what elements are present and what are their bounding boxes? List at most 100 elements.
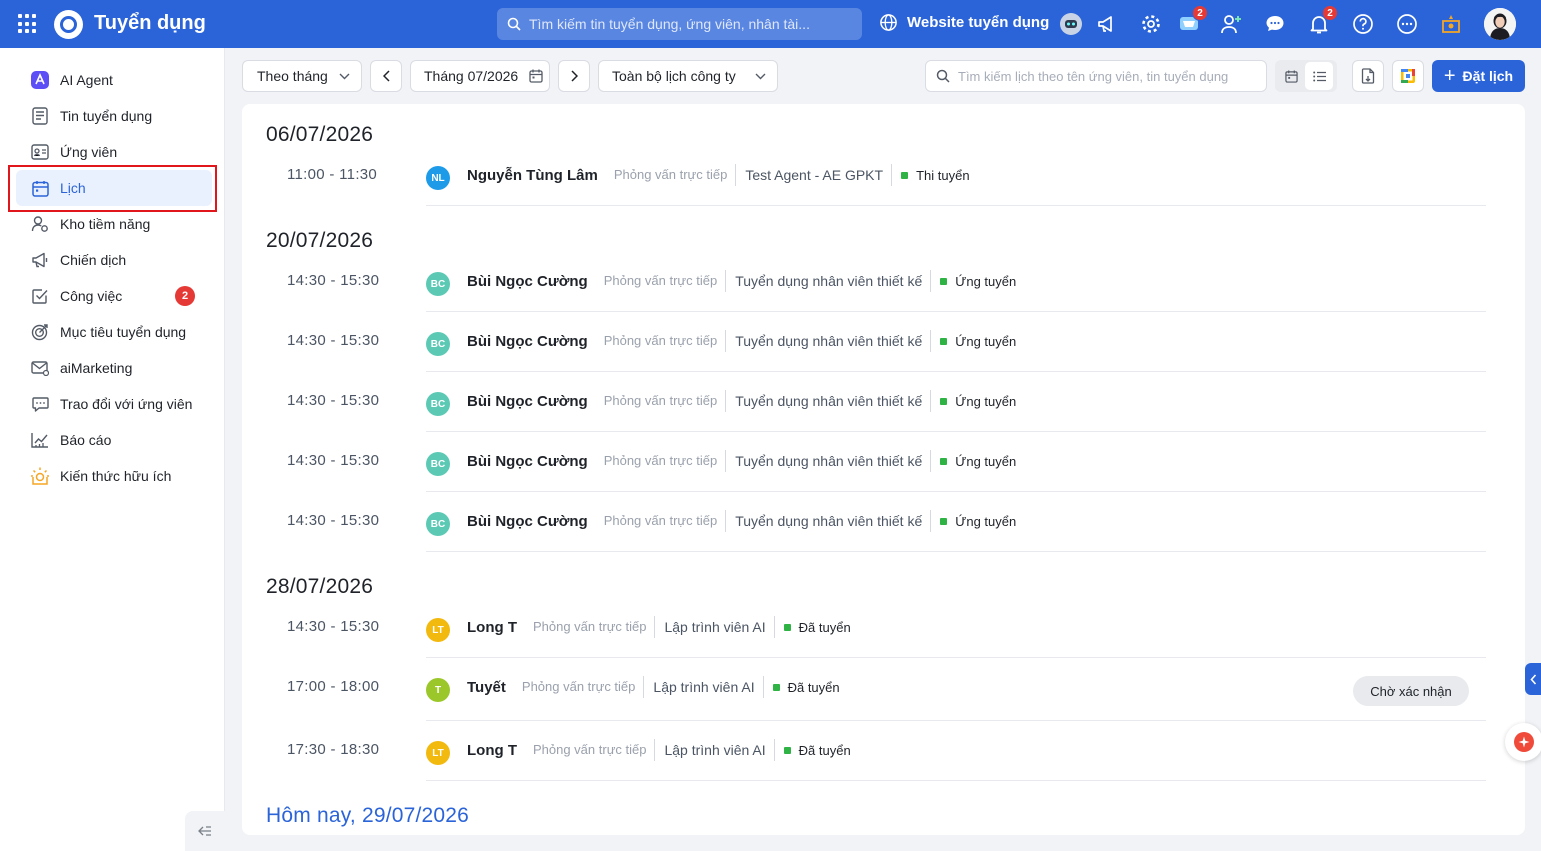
sidebar-item-label: Trao đổi với ứng viên — [60, 396, 193, 412]
collapse-sidebar-button[interactable] — [185, 811, 225, 851]
pending-confirmation-button[interactable]: Chờ xác nhận — [1353, 676, 1469, 706]
job-title: Tuyển dụng nhân viên thiết kế — [735, 330, 932, 352]
month-picker[interactable]: Tháng 07/2026 — [410, 60, 550, 92]
schedule-search-input[interactable]: Tìm kiếm lịch theo tên ứng viên, tin tuy… — [925, 60, 1267, 92]
schedule-event[interactable]: 17:30 - 18:30 LT Long T Phỏng vấn trực t… — [266, 721, 1486, 781]
day-heading: 20/07/2026 — [266, 229, 374, 252]
event-info: Tuyết Phỏng vấn trực tiếp Lập trình viên… — [467, 676, 840, 698]
recruitment-stage: Đã tuyển — [787, 679, 840, 695]
schedule-event[interactable]: 14:30 - 15:30 LT Long T Phỏng vấn trực t… — [266, 598, 1486, 658]
side-panel-toggle[interactable] — [1525, 663, 1541, 695]
sidebar-item-aimarketing[interactable]: aiMarketing — [16, 350, 212, 386]
interview-type: Phỏng vấn trực tiếp — [533, 616, 656, 638]
candidate-name[interactable]: Bùi Ngọc Cường — [467, 273, 588, 290]
export-file-icon — [1361, 68, 1375, 84]
view-mode-select[interactable]: Theo tháng — [242, 60, 362, 92]
website-link[interactable]: Website tuyển dụng — [879, 13, 1049, 32]
chat-icon — [30, 394, 50, 414]
sidebar-item-label: aiMarketing — [60, 360, 133, 376]
global-search-input[interactable]: Tìm kiếm tin tuyển dụng, ứng viên, nhân … — [497, 8, 862, 40]
stage-dot — [940, 457, 948, 465]
website-link-label: Website tuyển dụng — [907, 14, 1050, 31]
report-chart-icon — [30, 430, 50, 450]
event-time: 11:00 - 11:30 — [287, 166, 378, 183]
day-heading: 06/07/2026 — [266, 123, 374, 146]
sidebar-item-useful-knowledge[interactable]: Kiến thức hữu ích — [16, 458, 212, 494]
candidate-name[interactable]: Long T — [467, 742, 517, 759]
calendar-view-button[interactable] — [1277, 62, 1305, 90]
globe-icon — [880, 14, 897, 31]
schedule-event[interactable]: 11:00 - 11:30 NL Nguyễn Tùng Lâm Phỏng v… — [266, 146, 1486, 206]
interview-type: Phỏng vấn trực tiếp — [533, 739, 656, 761]
next-month-button[interactable] — [558, 60, 590, 92]
schedule-event[interactable]: 14:30 - 15:30 BC Bùi Ngọc Cường Phỏng vấ… — [266, 252, 1486, 312]
job-title: Tuyển dụng nhân viên thiết kế — [735, 450, 932, 472]
recruitment-stage: Ứng tuyển — [955, 513, 1017, 529]
export-button[interactable] — [1352, 60, 1384, 92]
candidate-avatar: NL — [426, 166, 450, 190]
candidate-name[interactable]: Bùi Ngọc Cường — [467, 513, 588, 530]
event-info: Long T Phỏng vấn trực tiếp Lập trình viê… — [467, 616, 851, 638]
collapse-icon — [198, 826, 211, 836]
assistant-fab-button[interactable] — [1505, 723, 1541, 761]
message-icon[interactable] — [1263, 12, 1287, 36]
candidate-card-icon — [30, 142, 50, 162]
help-icon[interactable] — [1351, 12, 1375, 36]
job-post-icon — [30, 106, 50, 126]
interview-type: Phỏng vấn trực tiếp — [604, 510, 727, 532]
more-icon[interactable] — [1395, 12, 1419, 36]
sidebar-item-job-posts[interactable]: Tin tuyển dụng — [16, 98, 212, 134]
job-title: Test Agent - AE GPKT — [745, 164, 893, 186]
schedule-event[interactable]: 14:30 - 15:30 BC Bùi Ngọc Cường Phỏng vấ… — [266, 432, 1486, 492]
sidebar-item-label: Ứng viên — [60, 144, 118, 160]
schedule-event[interactable]: 14:30 - 15:30 BC Bùi Ngọc Cường Phỏng vấ… — [266, 312, 1486, 372]
view-toggle — [1275, 60, 1337, 92]
view-mode-value: Theo tháng — [257, 68, 328, 84]
event-time: 17:30 - 18:30 — [287, 741, 380, 758]
stage-dot — [940, 277, 948, 285]
candidate-name[interactable]: Bùi Ngọc Cường — [467, 393, 588, 410]
candidate-name[interactable]: Bùi Ngọc Cường — [467, 333, 588, 350]
bell-icon[interactable]: 2 — [1307, 5, 1338, 36]
sidebar-item-candidate-chat[interactable]: Trao đổi với ứng viên — [16, 386, 212, 422]
sidebar-item-label: Kho tiềm năng — [60, 216, 151, 232]
event-time: 14:30 - 15:30 — [287, 512, 380, 529]
ai-bot-icon[interactable] — [1059, 12, 1083, 36]
chevron-down-icon — [755, 73, 766, 80]
schedule-event[interactable]: 14:30 - 15:30 BC Bùi Ngọc Cường Phỏng vấ… — [266, 372, 1486, 432]
chevron-left-icon — [1529, 673, 1536, 685]
candidate-name[interactable]: Long T — [467, 619, 517, 636]
schedule-event[interactable]: 14:30 - 15:30 BC Bùi Ngọc Cường Phỏng vấ… — [266, 492, 1486, 552]
chevron-left-icon — [382, 70, 390, 82]
stage-dot — [901, 171, 909, 179]
prev-month-button[interactable] — [370, 60, 402, 92]
app-launcher-icon[interactable] — [18, 14, 38, 34]
add-user-icon[interactable] — [1219, 12, 1243, 36]
sidebar-item-ai-agent[interactable]: AI Agent — [16, 62, 212, 98]
top-bar: Tuyển dụng Tìm kiếm tin tuyển dụng, ứng … — [0, 0, 1541, 48]
settings-gear-icon[interactable] — [1139, 12, 1163, 36]
cart-icon[interactable]: 2 — [1177, 5, 1208, 36]
candidate-name[interactable]: Nguyễn Tùng Lâm — [467, 167, 598, 184]
google-calendar-button[interactable] — [1392, 60, 1424, 92]
megaphone-icon[interactable] — [1095, 12, 1119, 36]
sidebar-item-label: AI Agent — [60, 72, 113, 88]
calendar-scope-select[interactable]: Toàn bộ lịch công ty — [598, 60, 778, 92]
talent-pool-icon — [30, 214, 50, 234]
list-view-button[interactable] — [1305, 62, 1333, 90]
user-avatar[interactable] — [1484, 8, 1516, 40]
event-time: 14:30 - 15:30 — [287, 272, 380, 289]
sidebar-item-campaigns[interactable]: Chiến dịch — [16, 242, 212, 278]
notification-badge: 2 — [1322, 5, 1338, 21]
candidate-name[interactable]: Tuyết — [467, 679, 506, 696]
book-schedule-button[interactable]: + Đặt lịch — [1432, 60, 1525, 92]
gift-icon[interactable] — [1439, 12, 1463, 36]
sidebar-item-tasks[interactable]: Công việc 2 — [16, 278, 212, 314]
sidebar-item-label: Báo cáo — [60, 432, 112, 448]
event-time: 14:30 - 15:30 — [287, 452, 380, 469]
stage-dot — [940, 397, 948, 405]
sidebar-item-reports[interactable]: Báo cáo — [16, 422, 212, 458]
sidebar-item-recruitment-goals[interactable]: Mục tiêu tuyển dụng — [16, 314, 212, 350]
schedule-event[interactable]: 17:00 - 18:00 T Tuyết Phỏng vấn trực tiế… — [266, 658, 1486, 721]
candidate-name[interactable]: Bùi Ngọc Cường — [467, 453, 588, 470]
